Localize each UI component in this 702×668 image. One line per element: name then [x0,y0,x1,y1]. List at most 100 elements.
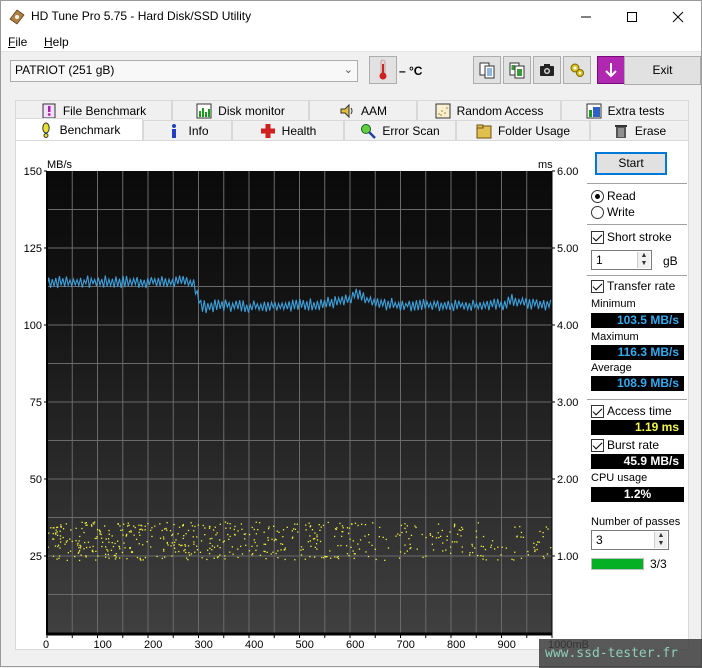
access-time-point [284,547,286,549]
access-time-point [547,528,549,530]
access-time-point [255,549,257,551]
access-time-point [166,529,168,531]
maximum-label: Maximum [591,331,639,343]
read-radio[interactable]: Read [591,189,636,203]
short-stroke-checkbox[interactable]: Short stroke [591,230,672,244]
access-time-point [206,558,208,561]
access-time-point [183,535,185,537]
access-time-point [121,529,124,531]
access-time-point [202,524,204,527]
access-time-point [217,545,219,547]
access-time-point [166,542,168,544]
access-time-point [410,534,413,536]
access-time-point [194,551,196,553]
access-time-point [65,541,67,543]
access-time-point [92,545,94,548]
burst-rate-checkbox[interactable]: Burst rate [591,438,659,452]
access-time-point [291,530,293,532]
access-time-point [90,524,93,526]
access-time-point [96,536,98,538]
spinner-arrows-icon[interactable]: ▲ ▼ [637,252,650,268]
access-time-point [87,541,90,543]
access-time-point [500,554,502,556]
access-time-point [320,526,322,528]
access-time-point [185,533,187,535]
access-time-point [461,526,463,529]
access-time-point [330,557,332,559]
access-time-checkbox[interactable]: Access time [591,404,672,418]
access-time-point [406,550,408,552]
access-time-point [364,524,367,526]
short-stroke-spinner[interactable]: 1 ▲ ▼ [591,250,652,270]
access-time-point [83,531,85,534]
access-time-point [193,543,195,545]
access-time-point [127,525,129,527]
burst-rate-label: Burst rate [607,438,660,452]
access-time-point [302,548,304,551]
start-button[interactable]: Start [595,152,667,175]
y-axis-right-label: ms [538,159,553,171]
access-time-point [204,534,206,536]
access-time-point [516,536,518,538]
access-time-point [133,534,135,536]
write-radio[interactable]: Write [591,205,635,219]
access-time-point [126,558,128,560]
access-time-point [138,531,140,534]
access-time-point [405,531,407,533]
access-time-point [104,525,106,527]
access-time-point [84,541,86,544]
cpu-usage-value: 1.2% [591,487,684,502]
access-time-point [462,528,464,530]
access-time-point [126,533,128,536]
access-time-point [378,536,380,538]
access-time-point [219,539,221,541]
access-time-point [482,558,484,560]
access-time-point [310,545,312,547]
access-time-point [226,522,229,524]
access-time-point [200,540,203,542]
access-time-point [183,550,185,552]
access-time-point [108,541,110,543]
access-time-point [398,557,401,559]
access-time-point [348,527,351,529]
access-time-point [110,549,113,551]
access-time-point [409,543,411,545]
access-time-point [99,531,102,533]
access-time-point [280,543,282,545]
access-time-point [406,525,408,527]
access-time-point [85,555,87,557]
access-time-point [305,529,307,531]
access-time-point [334,556,336,558]
access-time-point [505,547,507,549]
tab-benchmark[interactable]: Benchmark [15,118,143,140]
passes-spinner[interactable]: 3 ▲ ▼ [591,530,669,550]
access-time-point [409,547,411,550]
average-value: 108.9 MB/s [591,376,684,391]
radio-indicator [591,189,604,203]
access-time-point [263,550,265,552]
access-time-point [280,549,282,551]
access-time-point [59,547,61,549]
access-time-point [163,548,165,551]
access-time-point [191,525,194,527]
access-time-point [114,542,116,545]
access-time-point [178,526,181,528]
access-time-point [108,557,110,559]
passes-label: Number of passes [591,516,681,528]
access-time-point [255,533,257,535]
access-time-point [442,542,444,544]
access-time-point [248,533,251,536]
watermark: www.ssd-tester.fr [539,639,702,668]
access-time-point [519,525,521,528]
access-time-point [95,559,97,561]
spinner-arrows-icon[interactable]: ▲ ▼ [654,532,667,548]
access-time-point [94,537,96,540]
access-time-point [78,540,80,542]
access-time-point [243,533,245,535]
access-time-point [171,542,173,544]
access-time-point [379,526,381,529]
transfer-rate-checkbox[interactable]: Transfer rate [591,279,675,293]
y-left-tick-label: 100 [24,320,42,332]
access-time-point [253,539,255,541]
access-time-point [74,555,76,558]
